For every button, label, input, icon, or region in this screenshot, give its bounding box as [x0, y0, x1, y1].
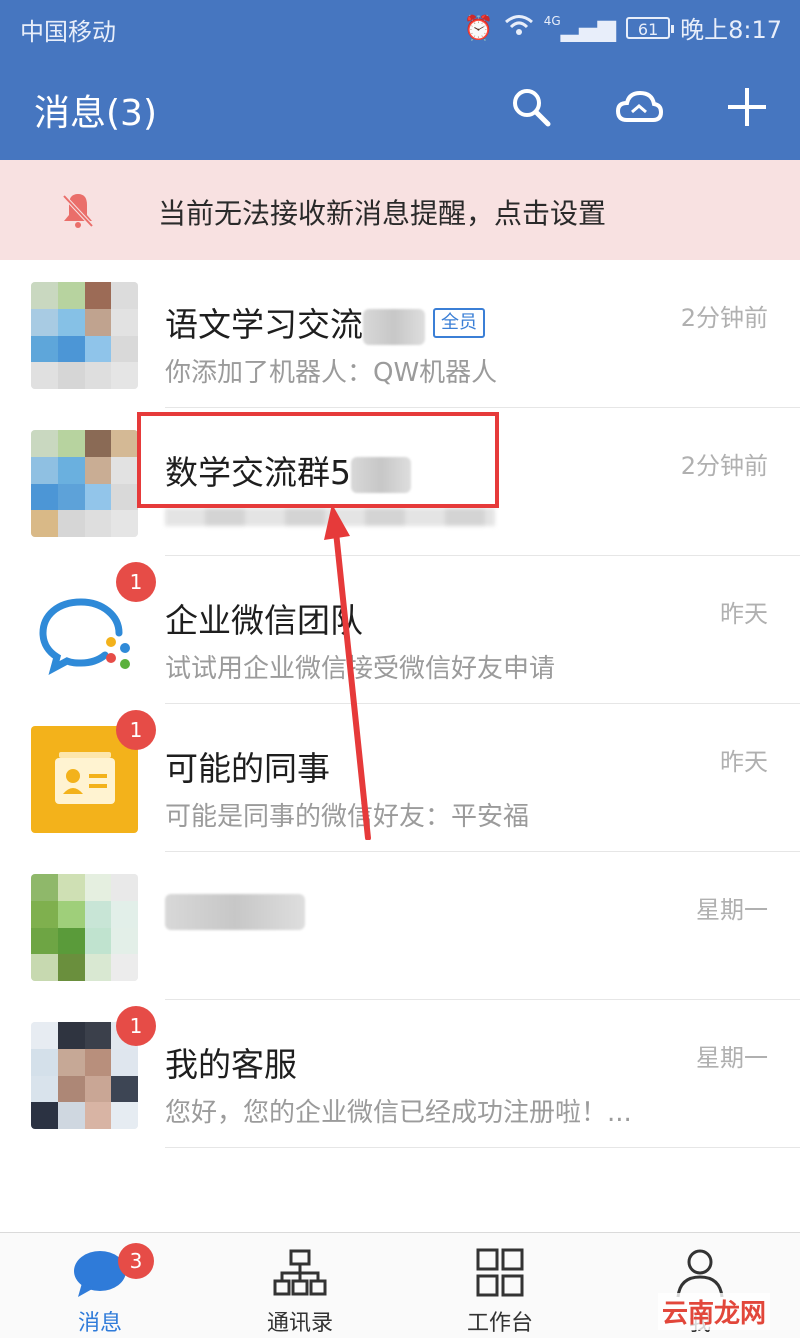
tab-label: 通讯录	[266, 1311, 333, 1336]
tab-me[interactable]: 我 云南龙网	[600, 1233, 800, 1338]
unread-badge: 1	[116, 710, 156, 750]
status-icons: ⏰ 4G▂▄▆ 61 晚上8:17	[464, 10, 782, 45]
conversation-row[interactable]: 1 我的客服 您好，您的企业微信已经成功注册啦！... 星期一	[0, 1000, 800, 1148]
conversation-row[interactable]: 1 可能的同事 可能是同事的微信好友：平安福 昨天	[0, 704, 800, 852]
add-button[interactable]	[722, 82, 772, 132]
notification-banner[interactable]: 当前无法接收新消息提醒，点击设置	[0, 160, 800, 260]
search-button[interactable]	[506, 82, 556, 132]
bottom-nav: 3 消息 通讯录 工作台 我 云南龙网	[0, 1232, 800, 1338]
message-time: 2分钟前	[680, 304, 768, 332]
banner-text: 当前无法接收新消息提醒，点击设置	[158, 197, 607, 230]
tab-contacts[interactable]: 通讯录	[200, 1233, 400, 1338]
network-type: 4G	[543, 13, 561, 28]
watermark: 云南龙网	[657, 1293, 770, 1330]
bell-muted-icon	[62, 194, 94, 228]
tab-label: 工作台	[466, 1311, 533, 1336]
message-preview: 你添加了机器人：QW机器人	[165, 358, 498, 388]
person-icon	[676, 1249, 724, 1298]
conversation-title: 语文学习交流	[165, 305, 363, 344]
cloud-button[interactable]	[614, 82, 664, 132]
annotation-highlight-box	[137, 412, 499, 508]
top-bar: 中国移动 ⏰ 4G▂▄▆ 61 晚上8:17 消息(3)	[0, 0, 800, 160]
conversation-title	[165, 890, 305, 930]
conversation-name: 语文学习交流 全员	[165, 298, 485, 346]
signal-icon: 4G▂▄▆	[543, 13, 617, 42]
cloud-icon	[615, 90, 664, 122]
search-icon	[513, 89, 551, 127]
group-avatar	[31, 282, 138, 389]
all-members-tag: 全员	[433, 307, 485, 338]
message-time: 昨天	[720, 600, 768, 628]
grid-icon	[476, 1248, 524, 1297]
redacted-text	[363, 308, 425, 345]
carrier-label: 中国移动	[20, 18, 116, 46]
tab-label: 消息	[77, 1311, 122, 1336]
blurred-avatar	[31, 874, 138, 981]
annotation-arrow	[324, 504, 371, 840]
tab-messages[interactable]: 3 消息	[0, 1233, 200, 1338]
alarm-icon: ⏰	[463, 13, 494, 42]
message-time: 昨天	[720, 748, 768, 776]
page-title: 消息(3)	[34, 93, 157, 134]
org-chart-icon	[273, 1249, 327, 1296]
unread-badge: 1	[116, 562, 156, 602]
wifi-icon	[504, 14, 534, 42]
plus-icon	[728, 88, 766, 126]
tab-workbench[interactable]: 工作台	[400, 1233, 600, 1338]
status-bar: 中国移动 ⏰ 4G▂▄▆ 61 晚上8:17	[0, 0, 800, 56]
message-time: 2分钟前	[680, 452, 768, 480]
group-avatar	[31, 430, 138, 537]
unread-badge: 1	[116, 1006, 156, 1046]
message-time: 星期一	[696, 1044, 768, 1072]
battery-icon: 61	[626, 16, 675, 39]
conversation-title: 我的客服	[165, 1045, 297, 1084]
message-preview: 您好，您的企业微信已经成功注册啦！...	[165, 1098, 632, 1128]
conversation-row[interactable]: 星期一	[0, 852, 800, 1000]
conversation-row[interactable]: 1 企业微信团队 试试用企业微信接受微信好友申请 昨天	[0, 556, 800, 704]
unread-badge: 3	[118, 1243, 154, 1279]
divider	[165, 1147, 800, 1148]
clock: 晚上8:17	[680, 16, 782, 44]
conversation-row[interactable]: 语文学习交流 全员 你添加了机器人：QW机器人 2分钟前	[0, 260, 800, 408]
redacted-text	[165, 893, 305, 930]
message-time: 星期一	[696, 896, 768, 924]
